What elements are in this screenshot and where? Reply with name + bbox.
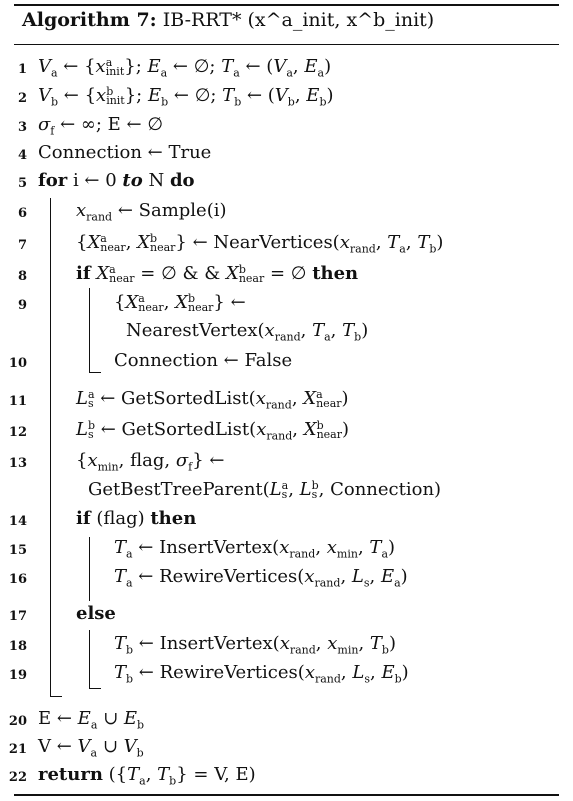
line-code: return ({Ta, Tb} = V, E) (38, 764, 256, 788)
line-code: σf ← ∞; E ← ∅ (38, 114, 164, 138)
line-number: 7 (17, 238, 27, 253)
top-rule (14, 4, 559, 6)
for-block-bar (50, 198, 51, 696)
line-number: 20 (8, 714, 27, 729)
line-code: Las ← GetSortedList(xrand, Xa near) (76, 388, 349, 412)
line-code: V ← Va ∪ Vb (38, 736, 144, 760)
line-code: else (76, 603, 116, 624)
for-block-end (50, 696, 62, 697)
line-code-continuation: NearestVertex(xrand, Ta, Tb) (126, 320, 369, 344)
line-number: 8 (17, 269, 27, 284)
line-number: 1 (17, 62, 27, 77)
line-number: 17 (8, 609, 27, 624)
line-number: 11 (8, 394, 27, 409)
line-code: Ta ← InsertVertex(xrand, xmin, Ta) (114, 537, 396, 561)
line-number: 21 (8, 742, 27, 757)
if-flag-block-bar (89, 537, 90, 601)
line-code: if (flag) then (76, 508, 197, 529)
line-code: Tb ← InsertVertex(xrand, xmin, Tb) (114, 633, 396, 657)
line-code: for i ← 0 to N do (38, 170, 195, 191)
line-code: Va ← {x a init}; Ea ← ∅; Ta ← (Va, Ea) (38, 56, 332, 80)
line-number: 4 (17, 148, 27, 163)
line-code: Lbs ← GetSortedList(xrand, Xb near) (76, 419, 350, 443)
line-number: 22 (8, 770, 27, 785)
line-code: {X a near, Xb near} ← NearVertices(xrand, T… (76, 232, 444, 256)
if-block-end (89, 372, 101, 373)
line-code: {xmin, flag, σf} ← (76, 450, 225, 474)
line-number: 15 (8, 543, 27, 558)
line-number: 3 (17, 120, 27, 135)
line-number: 16 (8, 572, 27, 587)
line-code: Ta ← RewireVertices(xrand, Ls, Ea) (114, 566, 408, 590)
line-code: Connection ← True (38, 142, 212, 163)
line-number: 9 (17, 298, 27, 313)
algorithm-label: Algorithm 7: (22, 9, 157, 31)
line-number: 18 (8, 639, 27, 654)
algorithm-title: Algorithm 7: IB-RRT* (x^a_init, x^b_init… (22, 9, 434, 31)
line-code: E ← Ea ∪ Eb (38, 708, 145, 732)
bottom-rule (14, 794, 559, 796)
else-block-end (89, 688, 101, 689)
line-number: 14 (8, 514, 27, 529)
else-block-bar (89, 630, 90, 688)
line-code: xrand ← Sample(i) (76, 200, 227, 224)
line-code: if Xa near = ∅ & & Xb near = ∅ then (76, 263, 359, 285)
line-number: 12 (8, 425, 27, 440)
line-code-continuation: GetBestTreeParent(L a s, Lbs, Connection) (88, 479, 442, 501)
line-code: Tb ← RewireVertices(xrand, Ls, Eb) (114, 662, 409, 686)
line-code: {X a near, Xb near} ← (114, 292, 246, 314)
line-code: Connection ← False (114, 350, 293, 371)
line-number: 13 (8, 456, 27, 471)
line-number: 10 (8, 356, 27, 371)
title-rule (14, 44, 559, 46)
algorithm-name: IB-RRT* (x^a_init, x^b_init) (162, 9, 435, 31)
line-code: Vb ← {x b init}; Eb ← ∅; Tb ← (Vb, Eb) (38, 85, 334, 109)
line-number: 5 (17, 176, 27, 191)
if-block-bar (89, 288, 90, 372)
line-number: 6 (17, 206, 27, 221)
line-number: 19 (8, 668, 27, 683)
line-number: 2 (17, 91, 27, 106)
